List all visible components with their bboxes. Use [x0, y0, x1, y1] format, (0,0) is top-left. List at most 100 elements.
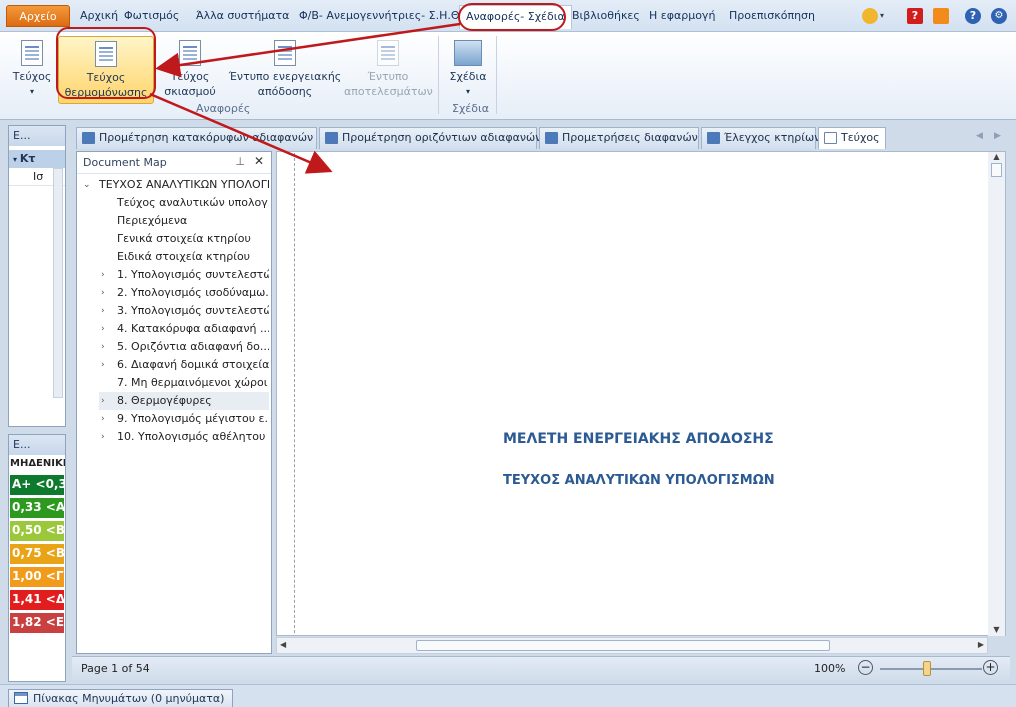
document-map: Document Map ⊥ ✕ ⌄ ΤΕΥΧΟΣ ΑΝΑΛΥΤΙΚΩΝ ΥΠΟΛ… — [76, 151, 272, 654]
tree-item[interactable]: Τεύχος αναλυτικών υπολογ... — [99, 194, 269, 212]
tab-vertical-opaque[interactable]: Προμέτρηση κατακόρυφων αδιαφανών — [76, 127, 317, 149]
chevron-right-icon: › — [101, 396, 105, 406]
zoom-out-icon[interactable]: − — [858, 660, 873, 675]
document-vertical-scrollbar[interactable]: ▲ ▼ — [988, 152, 1005, 636]
tab-icon — [545, 132, 558, 144]
tab-home[interactable]: Αρχική — [80, 6, 118, 26]
tab-building-check[interactable]: Έλεγχος κτηρίων — [701, 127, 820, 149]
tab-scroll-right-icon[interactable]: ▶ — [994, 131, 1001, 141]
chevron-right-icon: › — [101, 342, 105, 352]
entypo-label-1: Έντυπο ενεργειακής — [228, 70, 342, 83]
help-red-icon[interactable]: ? — [907, 8, 923, 24]
tree-item[interactable]: › 9. Υπολογισμός μέγιστου ε... — [99, 410, 269, 428]
left-top-header: E... — [9, 126, 65, 146]
energy-class-row: 1,41 <Δ≤ — [10, 590, 64, 610]
chevron-right-icon: › — [101, 288, 105, 298]
teuxos-label: Τεύχος — [12, 70, 52, 83]
tab-icon — [325, 132, 338, 144]
messages-label: Πίνακας Μηνυμάτων (0 μηνύματα) — [33, 692, 225, 705]
tree-item[interactable]: › 4. Κατακόρυφα αδιαφανή ... — [99, 320, 269, 338]
tree-item[interactable]: › 5. Οριζόντια αδιαφανή δο... — [99, 338, 269, 356]
tree-item[interactable]: › 1. Υπολογισμός συντελεστώ... — [99, 266, 269, 284]
left-panel-top: E... ▾ Κτ Ισ — [8, 125, 66, 427]
drawings-group-label: Σχέδια — [452, 102, 489, 115]
tab-other-systems[interactable]: Άλλα συστήματα — [196, 6, 289, 26]
chevron-down-icon: ▾ — [13, 155, 20, 164]
page-margin-line — [294, 153, 295, 633]
tree-item[interactable]: › 3. Υπολογισμός συντελεστώ... — [99, 302, 269, 320]
scroll-thumb[interactable] — [991, 163, 1002, 177]
tab-teuxos[interactable]: Τεύχος — [818, 127, 886, 149]
scroll-down-icon[interactable]: ▼ — [988, 625, 1005, 634]
tab-application[interactable]: Η εφαρμογή — [649, 6, 715, 26]
zoom-in-icon[interactable]: + — [983, 660, 998, 675]
tab-icon — [707, 132, 720, 144]
skiasmou-label-1: Τεύχος — [170, 70, 210, 83]
tree-item[interactable]: › 2. Υπολογισμός ισοδύναμω... — [99, 284, 269, 302]
scroll-left-icon[interactable]: ◀ — [280, 640, 286, 649]
settings-icon[interactable]: ⚙ — [991, 8, 1007, 24]
drawings-dropdown-button[interactable]: Σχέδια ▾ — [446, 36, 490, 99]
entypo-label-2: απόδοσης — [257, 85, 313, 98]
energy-class-row: 0,75 <B≤ — [10, 544, 64, 564]
messages-panel-button[interactable]: Πίνακας Μηνυμάτων (0 μηνύματα) — [8, 689, 234, 707]
scroll-up-icon[interactable]: ▲ — [988, 152, 1005, 161]
tab-libraries[interactable]: Βιβλιοθήκες — [572, 6, 640, 26]
chevron-down-icon: ▾ — [465, 87, 470, 96]
status-bar: Page 1 of 54 100% − + — [72, 656, 1010, 680]
tree-item[interactable]: Γενικά στοιχεία κτηρίου — [99, 230, 269, 248]
bottom-bar: Πίνακας Μηνυμάτων (0 μηνύματα) — [0, 684, 1016, 707]
tab-lighting[interactable]: Φωτισμός — [124, 6, 179, 26]
left-bot-title: E... — [13, 438, 31, 451]
document-horizontal-scrollbar[interactable]: ◀ ▶ — [276, 637, 988, 654]
zoom-slider-thumb[interactable] — [923, 661, 931, 676]
tab-horizontal-opaque[interactable]: Προμέτρηση οριζόντιων αδιαφανών — [319, 127, 541, 149]
close-icon[interactable]: ✕ — [254, 154, 264, 168]
table-icon — [14, 692, 28, 704]
zoom-level: 100% — [814, 662, 846, 675]
chevron-right-icon: › — [101, 360, 105, 370]
tree-item[interactable]: Περιεχόμενα — [99, 212, 269, 230]
tree-item[interactable]: › 6. Διαφανή δομικά στοιχεία — [99, 356, 269, 374]
document-view[interactable] — [276, 151, 1006, 636]
energy-class-row: 0,33 <A≤ — [10, 498, 64, 518]
menu-bar: Αρχείο Αρχική Φωτισμός Άλλα συστήματα Φ/… — [0, 0, 1016, 32]
document-icon — [21, 40, 43, 66]
scroll-right-icon[interactable]: ▶ — [978, 640, 984, 649]
shading-report-button[interactable]: Τεύχος σκιασμού — [160, 36, 220, 99]
document-map-header: Document Map ⊥ ✕ — [77, 152, 271, 174]
column-header[interactable]: ▾ Κτ — [9, 150, 65, 168]
results-form-button[interactable]: Έντυπο αποτελεσμάτων — [344, 36, 433, 99]
file-menu-tab[interactable]: Αρχείο — [6, 5, 70, 27]
tree-item[interactable]: 7. Μη θερμαινόμενοι χώροι — [99, 374, 269, 392]
tree-root[interactable]: ⌄ ΤΕΥΧΟΣ ΑΝΑΛΥΤΙΚΩΝ ΥΠΟΛΟΓΙΣ... — [83, 176, 269, 194]
tab-pv-wind-chp[interactable]: Φ/Β- Ανεμογεννήτριες- Σ.Η.Θ — [299, 6, 460, 26]
left-top-title: E... — [13, 129, 31, 142]
energy-class-row: 1,82 <E≤ — [10, 613, 64, 633]
energy-class-row: A+ <0,33 — [10, 475, 64, 495]
help-icon[interactable]: ? — [965, 8, 981, 24]
tab-scroll-left-icon[interactable]: ◀ — [976, 131, 983, 141]
apotel-label-1: Έντυπο — [367, 70, 409, 83]
energy-class-list: A+ <0,33 0,33 <A≤ 0,50 <B+ 0,75 <B≤ 1,00 <Γ≤… — [9, 475, 65, 633]
h-scroll-thumb[interactable] — [416, 640, 830, 651]
tab-preview[interactable]: Προεπισκόπηση — [729, 6, 815, 26]
vertical-scrollbar[interactable] — [53, 168, 63, 398]
rss-icon[interactable] — [933, 8, 949, 24]
tree-item[interactable]: Ειδικά στοιχεία κτηρίου — [99, 248, 269, 266]
energy-header: ΜΗΔΕΝΙΚΗ — [10, 458, 65, 469]
apotel-label-2: αποτελεσμάτων — [344, 85, 433, 98]
teuxos-dropdown-button[interactable]: Τεύχος ▾ — [10, 36, 54, 99]
tab-transparent[interactable]: Προμετρήσεις διαφανών — [539, 127, 699, 149]
tree-item[interactable]: › 8. Θερμογέφυρες — [99, 392, 269, 410]
reports-group-label: Αναφορές — [196, 102, 251, 115]
pin-icon[interactable]: ⊥ — [235, 155, 245, 168]
qat-dropdown-icon[interactable]: ▾ — [880, 8, 888, 24]
document-map-title: Document Map — [83, 156, 167, 169]
options-gear-icon[interactable] — [862, 8, 878, 24]
left-panel-energy: E... ΜΗΔΕΝΙΚΗ A+ <0,33 0,33 <A≤ 0,50 <B+ 0,… — [8, 434, 66, 682]
zoom-slider-track[interactable] — [880, 668, 982, 670]
tree-item[interactable]: › 10. Υπολογισμός αθέλητου ... — [99, 428, 269, 446]
skiasmou-label-2: σκιασμού — [164, 85, 216, 98]
energy-certificate-button[interactable]: Έντυπο ενεργειακής απόδοσης — [228, 36, 342, 99]
